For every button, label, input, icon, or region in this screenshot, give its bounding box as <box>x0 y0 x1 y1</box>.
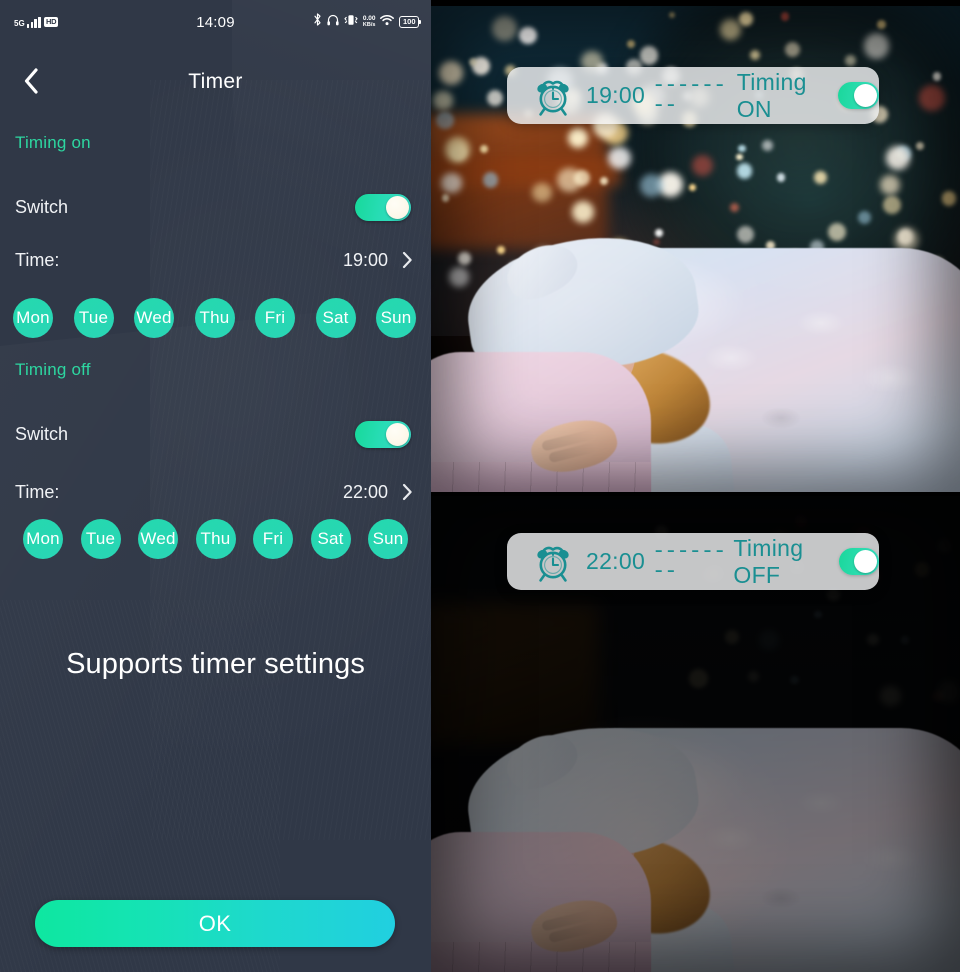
switch-label-timing-off: Switch <box>15 423 69 444</box>
chevron-left-icon <box>23 68 39 94</box>
badge-dash: -------- <box>652 538 726 584</box>
caption-text: Supports timer settings <box>66 648 365 680</box>
row-time-timing-off[interactable]: Time: 22:00 <box>0 475 431 509</box>
day-chip-label: Sat <box>317 529 344 548</box>
day-chip-label: Thu <box>200 529 231 548</box>
screenshot-root: 5G HD 14:09 0.00 KB/s 100 Timer Timing o… <box>0 0 960 972</box>
day-chip-tue[interactable]: Tue <box>80 519 121 559</box>
photo-column: 19:00 -------- Timing ON 22:00 -------- … <box>431 0 960 972</box>
back-button[interactable] <box>14 64 48 98</box>
vibrate-icon <box>344 13 358 31</box>
day-chip-label: Wed <box>140 529 176 548</box>
time-value-timing-on: 19:00 <box>342 249 388 270</box>
switch-toggle-timing-off[interactable] <box>355 421 411 448</box>
day-chip-label: Sun <box>380 308 412 327</box>
day-chip-mon[interactable]: Mon <box>13 298 53 338</box>
phone-app-panel: 5G HD 14:09 0.00 KB/s 100 Timer Timing o… <box>0 0 431 972</box>
data-rate-indicator: 0.00 KB/s <box>362 15 376 29</box>
section-label-timing-off: Timing off <box>15 360 91 379</box>
section-label-timing-on: Timing on <box>15 133 91 152</box>
day-chip-sun[interactable]: Sun <box>376 298 416 338</box>
day-chip-label: Thu <box>199 308 230 327</box>
photo-lights-on: 19:00 -------- Timing ON <box>431 6 960 492</box>
day-chip-sun[interactable]: Sun <box>368 519 408 559</box>
headphone-icon <box>327 13 339 31</box>
switch-label-timing-on: Switch <box>15 196 69 217</box>
bluetooth-icon <box>313 13 322 31</box>
status-bar-right: 0.00 KB/s 100 <box>313 13 420 31</box>
row-switch-timing-off[interactable]: Switch <box>0 417 431 451</box>
day-chip-thu[interactable]: Thu <box>195 519 236 559</box>
chevron-right-icon <box>402 251 413 274</box>
badge-time: 22:00 <box>586 548 646 574</box>
battery-icon: 100 <box>399 16 420 28</box>
day-chip-label: Fri <box>264 308 286 327</box>
badge-time: 19:00 <box>586 82 646 108</box>
day-chip-label: Sat <box>322 308 349 327</box>
badge-state: Timing OFF <box>733 534 804 588</box>
badge-dash: -------- <box>652 72 726 118</box>
day-chip-label: Sun <box>372 529 404 548</box>
ok-button[interactable]: OK <box>35 900 395 947</box>
row-switch-timing-on[interactable]: Switch <box>0 190 431 224</box>
badge-timing-off[interactable]: 22:00 -------- Timing OFF <box>507 533 879 590</box>
day-chip-label: Tue <box>78 308 109 327</box>
day-chip-fri[interactable]: Fri <box>255 298 295 338</box>
toggle-knob <box>854 84 878 107</box>
day-chip-wed[interactable]: Wed <box>138 519 178 559</box>
page-title: Timer <box>188 70 243 93</box>
status-bar: 5G HD 14:09 0.00 KB/s 100 <box>0 8 431 36</box>
day-chip-tue[interactable]: Tue <box>73 298 114 338</box>
day-chip-sat[interactable]: Sat <box>310 519 351 559</box>
day-chip-wed[interactable]: Wed <box>134 298 174 338</box>
day-chip-mon[interactable]: Mon <box>23 519 63 559</box>
chevron-right-icon <box>402 483 413 506</box>
day-chip-sat[interactable]: Sat <box>315 298 356 338</box>
time-label-timing-off: Time: <box>15 481 60 502</box>
photo-lights-off: 22:00 -------- Timing OFF <box>431 496 960 972</box>
time-label-timing-on: Time: <box>15 249 60 270</box>
data-rate-unit: KB/s <box>362 22 376 28</box>
day-chip-fri[interactable]: Fri <box>253 519 293 559</box>
toggle-knob <box>386 196 409 219</box>
day-chip-thu[interactable]: Thu <box>194 298 235 338</box>
day-chip-label: Wed <box>136 308 172 327</box>
toggle-knob <box>854 550 877 573</box>
badge-toggle[interactable] <box>839 548 879 575</box>
day-selector-timing-off[interactable]: Mon Tue Wed Thu Fri Sat Sun <box>0 519 431 563</box>
switch-toggle-timing-on[interactable] <box>355 194 411 221</box>
row-time-timing-on[interactable]: Time: 19:00 <box>0 243 431 277</box>
day-chip-label: Mon <box>16 308 50 327</box>
alarm-clock-icon <box>534 76 572 116</box>
badge-toggle[interactable] <box>837 82 880 109</box>
badge-timing-on[interactable]: 19:00 -------- Timing ON <box>507 67 880 124</box>
toggle-knob <box>386 423 409 446</box>
day-chip-label: Tue <box>85 529 116 548</box>
time-value-timing-off: 22:00 <box>342 481 388 502</box>
badge-state: Timing ON <box>736 68 807 122</box>
day-chip-label: Fri <box>262 529 284 548</box>
alarm-clock-icon <box>534 542 572 582</box>
day-chip-label: Mon <box>26 529 60 548</box>
wifi-icon <box>380 13 395 31</box>
day-selector-timing-on[interactable]: Mon Tue Wed Thu Fri Sat Sun <box>0 298 431 342</box>
nav-bar: Timer <box>0 58 431 106</box>
